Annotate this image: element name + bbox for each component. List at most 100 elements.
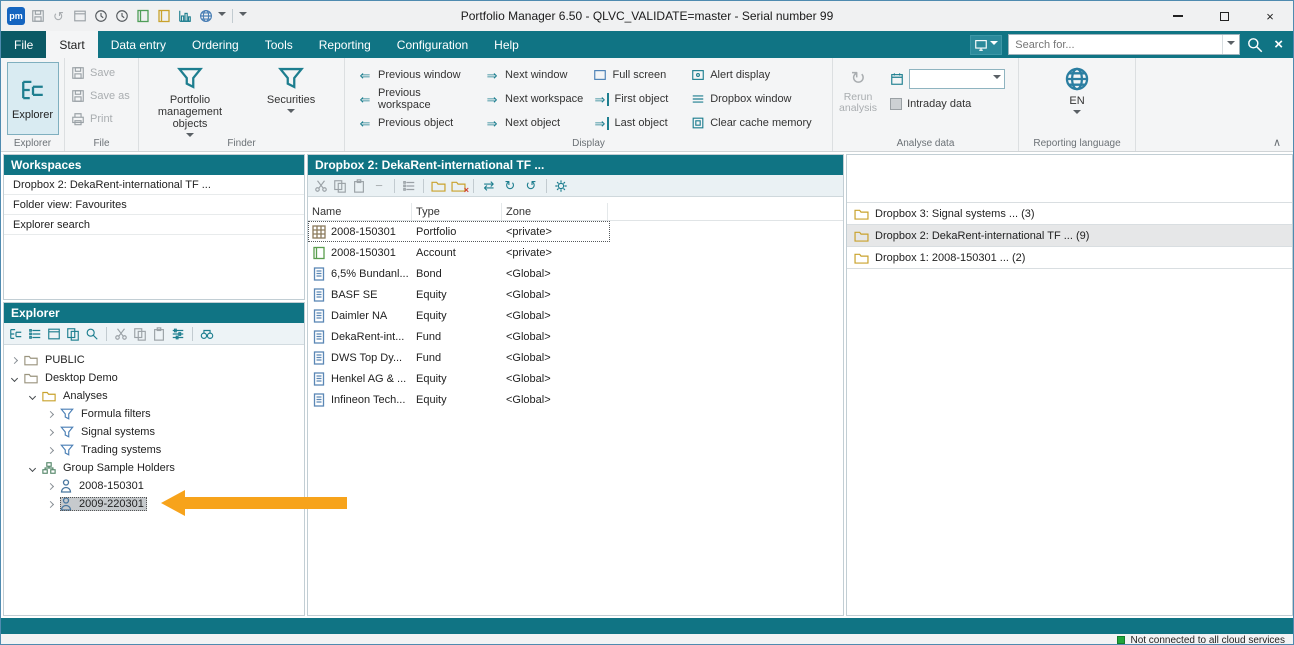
tree-item-analyses[interactable]: Analyses [4, 387, 304, 405]
workspace-item-explorer-search[interactable]: Explorer search [4, 215, 304, 235]
full-screen-button[interactable]: Full screen [589, 63, 687, 87]
column-header-zone[interactable]: Zone [502, 203, 608, 220]
table-row[interactable]: DekaRent-int... Fund <Global> [308, 326, 610, 347]
expander-icon[interactable] [29, 392, 36, 399]
copy-icon[interactable] [333, 179, 347, 193]
window-pane-icon[interactable] [71, 8, 88, 25]
convert-icon[interactable]: ⇄ [481, 179, 497, 192]
search-caret[interactable] [1222, 35, 1239, 54]
next-window-button[interactable]: ⇒Next window [480, 63, 589, 87]
previous-workspace-button[interactable]: ⇐Previous workspace [353, 87, 480, 111]
tab-reporting[interactable]: Reporting [306, 31, 384, 58]
last-object-button[interactable]: ⇒Last object [589, 111, 687, 135]
table-row[interactable]: BASF SE Equity <Global> [308, 284, 610, 305]
refresh-all-icon[interactable]: ↺ [523, 179, 539, 192]
remove-icon[interactable]: − [371, 179, 387, 192]
save-as-button[interactable]: Save as [67, 84, 136, 107]
new-folder-icon[interactable] [431, 180, 446, 192]
tab-ordering[interactable]: Ordering [179, 31, 252, 58]
list-view-icon[interactable] [28, 327, 42, 341]
previous-object-button[interactable]: ⇐Previous object [353, 111, 480, 135]
save-icon[interactable] [29, 8, 46, 25]
cut-icon[interactable] [114, 327, 128, 341]
new-object-icon[interactable] [66, 327, 80, 341]
tab-tools[interactable]: Tools [252, 31, 306, 58]
expander-icon[interactable] [47, 428, 54, 435]
tab-help[interactable]: Help [481, 31, 532, 58]
filter-options-icon[interactable] [171, 327, 185, 341]
expander-icon[interactable] [47, 410, 54, 417]
delete-folder-icon[interactable]: × [451, 180, 466, 192]
table-row[interactable]: Infineon Tech... Equity <Global> [308, 389, 610, 410]
clear-cache-memory-button[interactable]: Clear cache memory [687, 111, 824, 135]
expander-icon[interactable] [29, 464, 36, 471]
next-workspace-button[interactable]: ⇒Next workspace [480, 87, 589, 111]
tree-view-icon[interactable] [9, 327, 23, 341]
analysis-chart-icon[interactable] [176, 8, 193, 25]
workspace-item-dropbox2[interactable]: Dropbox 2: DekaRent-international TF ... [4, 175, 304, 195]
search-button[interactable] [1246, 36, 1264, 54]
notebook-edit-icon[interactable] [155, 8, 172, 25]
tree-item-desktop-demo[interactable]: Desktop Demo [4, 369, 304, 387]
intraday-data-checkbox[interactable] [890, 98, 902, 110]
quick-access-customize-caret-icon[interactable] [239, 12, 247, 20]
binoculars-icon[interactable] [200, 327, 214, 341]
column-header-name[interactable]: Name [308, 203, 412, 220]
securities-button[interactable]: Securities [242, 61, 340, 135]
table-row[interactable]: DWS Top Dy... Fund <Global> [308, 347, 610, 368]
settings-gear-icon[interactable] [554, 179, 568, 193]
table-row[interactable]: Daimler NA Equity <Global> [308, 305, 610, 326]
print-button[interactable]: Print [67, 107, 136, 130]
dropbox-window-button[interactable]: Dropbox window [687, 87, 824, 111]
dropbox-item[interactable]: Dropbox 2: DekaRent-international TF ...… [847, 225, 1292, 247]
expander-icon[interactable] [47, 446, 54, 453]
app-logo[interactable]: pm [7, 7, 25, 25]
maximize-button[interactable] [1201, 1, 1247, 31]
table-row[interactable]: 2008-150301 Portfolio <private> [308, 221, 610, 242]
notebook-icon[interactable] [134, 8, 151, 25]
search-icon[interactable] [85, 327, 99, 341]
close-button[interactable]: × [1247, 1, 1293, 31]
tree-item-trading-systems[interactable]: Trading systems [4, 441, 304, 459]
table-row[interactable]: 2008-150301 Account <private> [308, 242, 610, 263]
table-row[interactable]: Henkel AG & ... Equity <Global> [308, 368, 610, 389]
alarm-icon[interactable] [92, 8, 109, 25]
tree-item-formula-filters[interactable]: Formula filters [4, 405, 304, 423]
alarm-add-icon[interactable] [113, 8, 130, 25]
refresh-icon[interactable]: ↻ [502, 179, 518, 192]
tile-view-icon[interactable] [47, 327, 61, 341]
first-object-button[interactable]: ⇒First object [589, 87, 687, 111]
analysis-date-combobox[interactable] [909, 69, 1005, 89]
paste-icon[interactable] [152, 327, 166, 341]
globe-icon[interactable] [197, 8, 214, 25]
rerun-analysis-button[interactable]: ↻ Rerun analysis [835, 61, 881, 135]
undo-icon[interactable]: ↺ [50, 8, 67, 25]
close-search-button[interactable]: × [1270, 36, 1287, 53]
expander-icon[interactable] [47, 500, 54, 507]
search-combobox[interactable] [1008, 34, 1240, 55]
copy-icon[interactable] [133, 327, 147, 341]
next-object-button[interactable]: ⇒Next object [480, 111, 589, 135]
tree-item-public[interactable]: PUBLIC [4, 351, 304, 369]
search-input[interactable] [1009, 39, 1222, 51]
table-row[interactable]: 6,5% Bundanl... Bond <Global> [308, 263, 610, 284]
tab-file[interactable]: File [1, 31, 46, 58]
tab-configuration[interactable]: Configuration [384, 31, 481, 58]
tree-item-signal-systems[interactable]: Signal systems [4, 423, 304, 441]
display-options-button[interactable] [970, 35, 1002, 55]
previous-window-button[interactable]: ⇐Previous window [353, 63, 480, 87]
collapse-ribbon-button[interactable]: ∧ [1273, 136, 1281, 149]
dropdown-caret-icon[interactable] [218, 12, 226, 20]
paste-icon[interactable] [352, 179, 366, 193]
workspace-item-folder-view[interactable]: Folder view: Favourites [4, 195, 304, 215]
alert-display-button[interactable]: Alert display [687, 63, 824, 87]
tab-start[interactable]: Start [46, 31, 97, 58]
tree-item-group-sample-holders[interactable]: Group Sample Holders [4, 459, 304, 477]
expander-icon[interactable] [11, 356, 18, 363]
tab-data-entry[interactable]: Data entry [98, 31, 179, 58]
portfolio-management-objects-button[interactable]: Portfolio management objects [141, 61, 239, 135]
expander-icon[interactable] [11, 374, 18, 381]
minimize-button[interactable] [1155, 1, 1201, 31]
dropbox-item[interactable]: Dropbox 3: Signal systems ... (3) [847, 203, 1292, 225]
expander-icon[interactable] [47, 482, 54, 489]
